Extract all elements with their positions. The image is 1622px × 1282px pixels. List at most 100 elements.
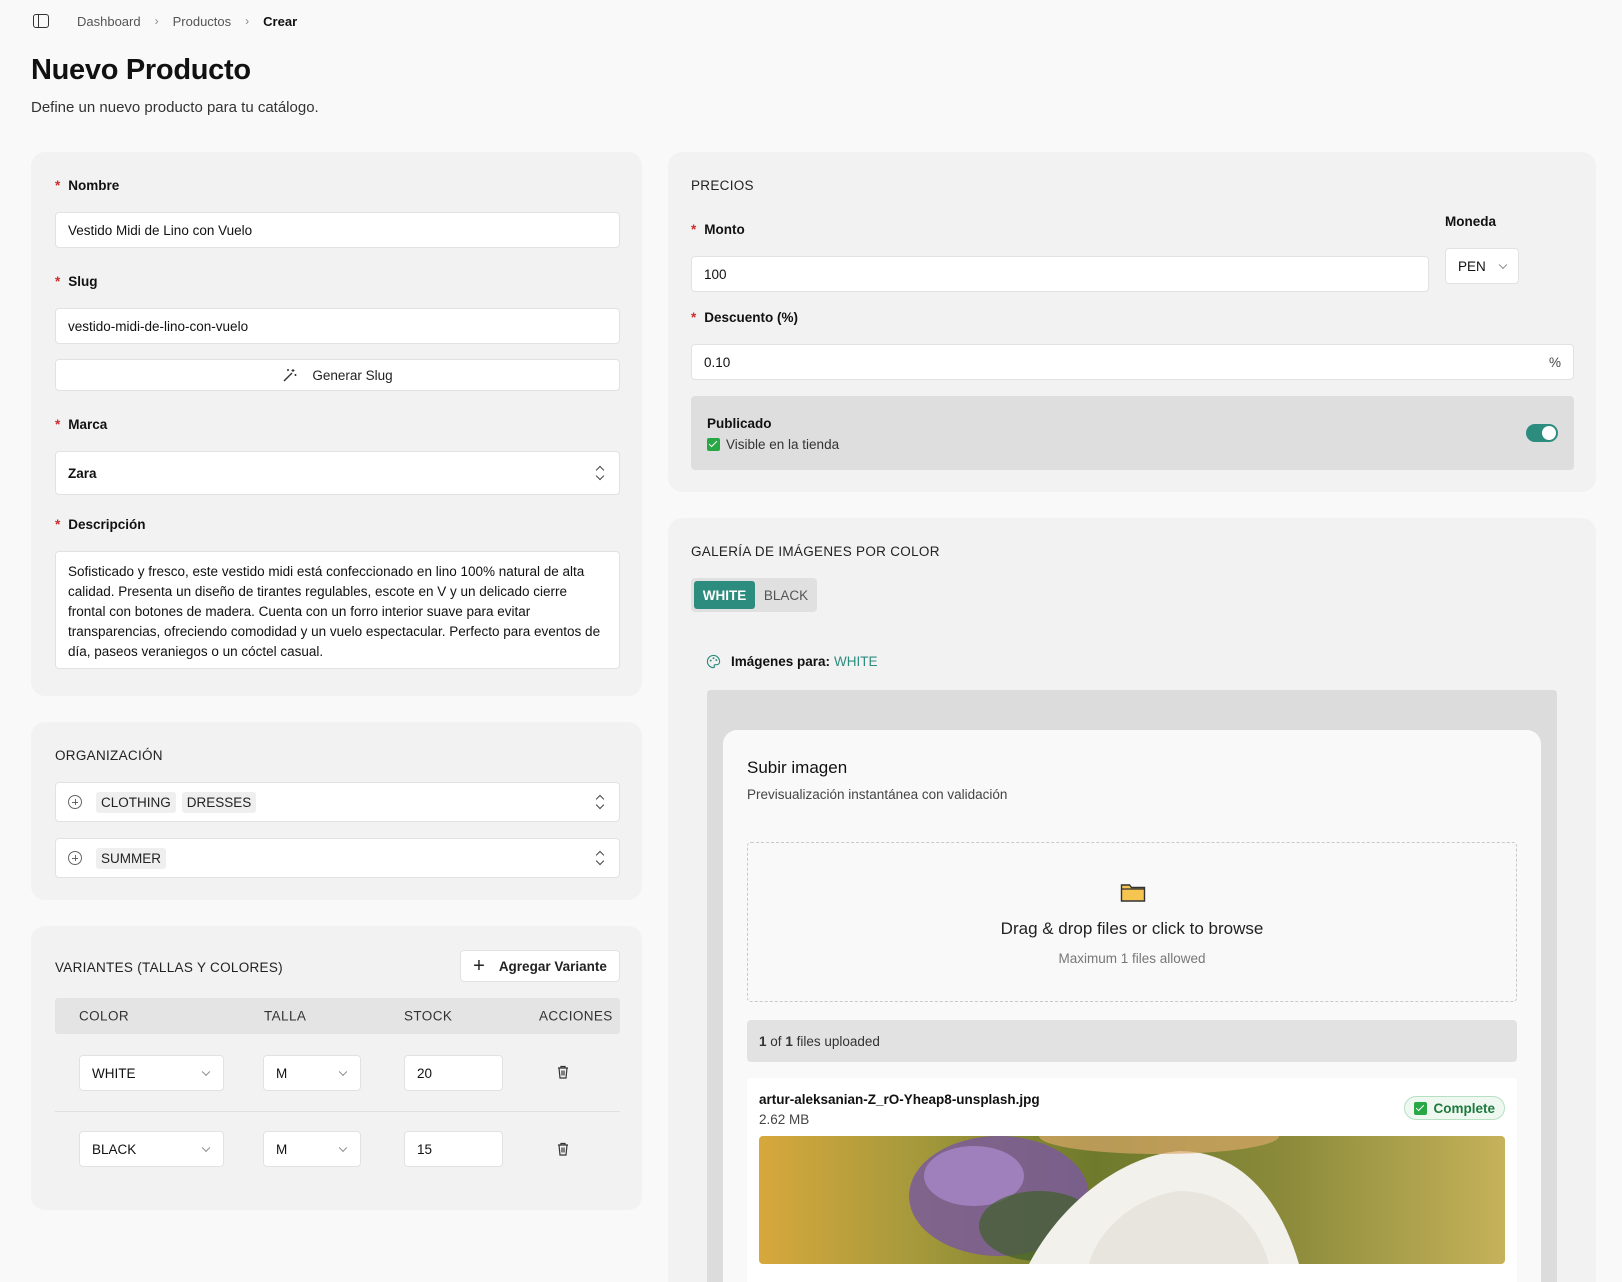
column-talla: TALLA xyxy=(264,1008,307,1024)
chevron-down-icon xyxy=(338,1067,348,1077)
add-variant-button[interactable]: + Agregar Variante xyxy=(460,950,620,982)
breadcrumb-productos[interactable]: Productos xyxy=(173,14,232,29)
name-input[interactable]: Vestido Midi de Lino con Vuelo xyxy=(55,212,620,248)
variants-title: VARIANTES (TALLAS Y COLORES) xyxy=(55,960,283,975)
variant-size-value: M xyxy=(276,1141,288,1157)
tab-white[interactable]: WHITE xyxy=(694,581,755,609)
status-badge: Complete xyxy=(1404,1096,1505,1120)
color-tabs: WHITE BLACK xyxy=(691,578,817,612)
upload-subtitle: Previsualización instantánea con validac… xyxy=(747,787,1008,802)
chevron-updown-icon xyxy=(595,851,605,865)
categories-select[interactable]: CLOTHING DRESSES xyxy=(55,782,620,822)
gallery-title: GALERÍA DE IMÁGENES POR COLOR xyxy=(691,544,940,559)
page-subtitle: Define un nuevo producto para tu catálog… xyxy=(31,99,319,116)
generate-slug-label: Generar Slug xyxy=(312,367,393,383)
pricing-card: PRECIOS * Monto 100 Moneda PEN * Descuento… xyxy=(668,152,1596,492)
upload-title: Subir imagen xyxy=(747,758,848,777)
description-textarea[interactable]: Sofisticado y fresco, este vestido midi … xyxy=(55,551,620,669)
upload-count-bar: 1 of 1 files uploaded xyxy=(747,1020,1517,1062)
plus-circle-icon xyxy=(68,795,82,809)
uploaded-of: of xyxy=(770,1033,782,1049)
file-item: artur-aleksanian-Z_rO-Yheap8-unsplash.jp… xyxy=(747,1078,1517,1282)
dropzone-hint: Maximum 1 files allowed xyxy=(1058,951,1206,966)
variant-stock-input[interactable]: 15 xyxy=(404,1131,503,1167)
breadcrumb: Dashboard › Productos › Crear xyxy=(33,10,297,32)
currency-value: PEN xyxy=(1458,258,1486,274)
general-card: * Nombre Vestido Midi de Lino con Vuelo *… xyxy=(31,152,642,696)
table-row: BLACK M 15 xyxy=(55,1113,620,1189)
magic-wand-icon xyxy=(283,369,297,382)
description-label: * Descripción xyxy=(55,517,146,532)
column-acciones: ACCIONES xyxy=(539,1008,613,1024)
uploaded-suffix: files uploaded xyxy=(796,1033,880,1049)
dropzone[interactable]: Drag & drop files or click to browse Max… xyxy=(747,842,1517,1002)
images-for-label: Imágenes para: xyxy=(731,654,831,669)
plus-icon: + xyxy=(473,955,485,977)
currency-select[interactable]: PEN xyxy=(1445,248,1519,284)
brand-select[interactable]: Zara xyxy=(55,451,620,495)
sidebar-toggle-icon[interactable] xyxy=(33,14,49,28)
page-title: Nuevo Producto xyxy=(31,54,251,86)
uploader-frame: Subir imagen Previsualización instantáne… xyxy=(707,690,1557,1282)
preview-photo xyxy=(909,1136,1299,1264)
brand-label: * Marca xyxy=(55,417,108,432)
chevron-right-icon: › xyxy=(245,14,250,28)
variant-stock-input[interactable]: 20 xyxy=(404,1055,503,1091)
variant-color-select[interactable]: WHITE xyxy=(79,1055,224,1091)
discount-label: * Descuento (%) xyxy=(691,310,799,325)
currency-label: Moneda xyxy=(1445,214,1497,229)
variants-table-header: COLOR TALLA STOCK ACCIONES xyxy=(55,998,620,1034)
category-chip: DRESSES xyxy=(181,791,257,813)
name-label: * Nombre xyxy=(55,178,120,193)
published-hint: Visible en la tienda xyxy=(707,437,839,452)
variant-color-value: BLACK xyxy=(92,1141,137,1157)
tag-chip: SUMMER xyxy=(96,847,166,869)
chevron-down-icon xyxy=(338,1143,348,1153)
discount-value: 0.10 xyxy=(704,354,731,370)
published-panel: Publicado Visible en la tienda xyxy=(691,396,1574,470)
chevron-updown-icon xyxy=(595,795,605,809)
uploaded-total: 1 xyxy=(785,1033,793,1049)
slug-label: * Slug xyxy=(55,274,98,289)
category-chip: CLOTHING xyxy=(96,791,176,813)
percent-suffix: % xyxy=(1548,354,1561,370)
breadcrumb-dashboard[interactable]: Dashboard xyxy=(77,14,141,29)
column-color: COLOR xyxy=(79,1008,130,1024)
variant-size-select[interactable]: M xyxy=(263,1131,361,1167)
trash-icon[interactable] xyxy=(557,1065,569,1079)
variants-card: VARIANTES (TALLAS Y COLORES) + Agregar V… xyxy=(31,926,642,1210)
variant-color-value: WHITE xyxy=(92,1065,136,1081)
breadcrumb-current: Crear xyxy=(263,13,298,29)
amount-input[interactable]: 100 xyxy=(691,256,1429,292)
pricing-title: PRECIOS xyxy=(691,178,754,193)
checkbox-checked-icon xyxy=(707,438,720,451)
organization-card: ORGANIZACIÓN CLOTHING DRESSES SUMMER xyxy=(31,722,642,900)
variant-color-select[interactable]: BLACK xyxy=(79,1131,224,1167)
variant-size-value: M xyxy=(276,1065,288,1081)
plus-circle-icon xyxy=(68,851,82,865)
check-icon xyxy=(1414,1101,1428,1115)
published-toggle[interactable] xyxy=(1526,424,1558,442)
trash-icon[interactable] xyxy=(557,1142,569,1156)
published-label: Publicado xyxy=(707,416,772,431)
chevron-right-icon: › xyxy=(154,14,159,28)
folder-icon xyxy=(1120,884,1146,902)
image-preview xyxy=(759,1136,1505,1264)
chevron-down-icon xyxy=(201,1143,211,1153)
chevron-down-icon xyxy=(1498,260,1508,270)
generate-slug-button[interactable]: Generar Slug xyxy=(55,359,620,391)
variant-size-select[interactable]: M xyxy=(263,1055,361,1091)
slug-input[interactable]: vestido-midi-de-lino-con-vuelo xyxy=(55,308,620,344)
brand-value: Zara xyxy=(68,465,97,481)
add-variant-label: Agregar Variante xyxy=(498,958,607,974)
chevron-updown-icon xyxy=(595,466,605,480)
file-size: 2.62 MB xyxy=(759,1112,810,1127)
images-for-heading: Imágenes para: WHITE xyxy=(706,654,878,669)
uploader-card: Subir imagen Previsualización instantáne… xyxy=(723,730,1541,1282)
discount-input[interactable]: 0.10 % xyxy=(691,344,1574,380)
tab-black[interactable]: BLACK xyxy=(761,581,811,609)
uploaded-count: 1 xyxy=(759,1033,767,1049)
column-stock: STOCK xyxy=(404,1008,453,1024)
tags-select[interactable]: SUMMER xyxy=(55,838,620,878)
organization-title: ORGANIZACIÓN xyxy=(55,748,163,763)
